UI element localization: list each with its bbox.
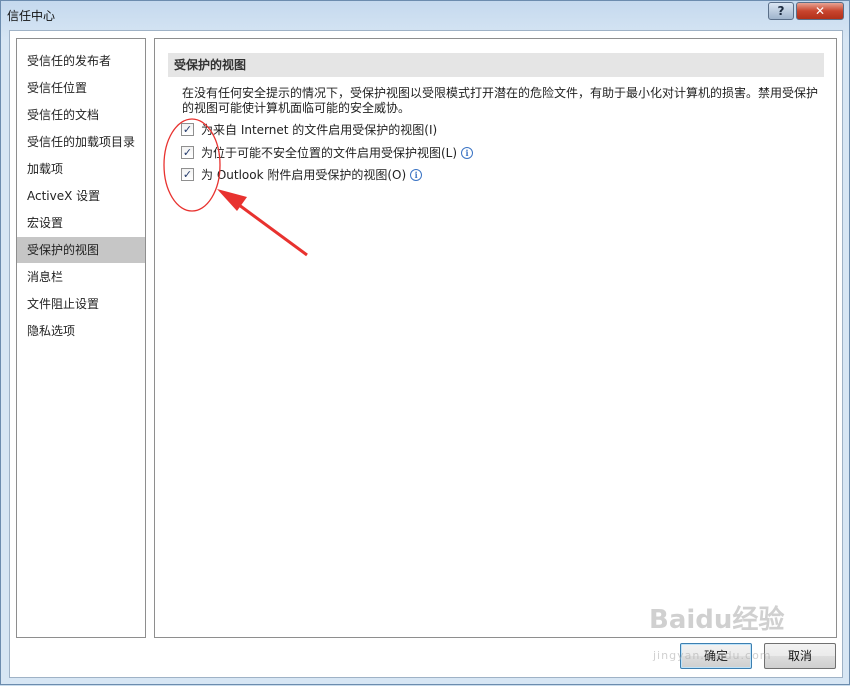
annotation-circle: [163, 118, 221, 212]
annotation-overlay: [163, 118, 308, 257]
watermark-url: jingyan.baidu.com: [653, 649, 772, 662]
annotation-arrow: [217, 189, 308, 257]
watermark-logo: Baidu经验: [649, 605, 785, 635]
trust-center-dialog: 信任中心 ? ✕ 受信任的发布者 受信任位置 受信任的文档 受信任的加载项目录 …: [0, 0, 850, 685]
